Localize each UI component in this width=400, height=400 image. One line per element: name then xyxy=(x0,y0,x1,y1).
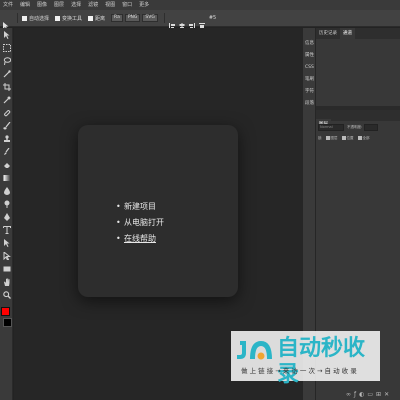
lock-layer-label: 图层 xyxy=(330,136,338,140)
side-tab-paragraph[interactable]: 段落 xyxy=(303,98,317,110)
align-center-icon[interactable] xyxy=(179,15,185,30)
blend-row: Normal 不透明度: xyxy=(316,123,400,132)
tab-channels[interactable]: 通道 xyxy=(340,28,355,39)
lock-all-option[interactable]: 全部 xyxy=(357,136,370,141)
lock-layer-option[interactable]: 图层 xyxy=(325,136,338,141)
separator xyxy=(163,13,165,23)
brush-tool-icon[interactable] xyxy=(0,119,13,132)
align-left-icon[interactable] xyxy=(168,15,175,30)
side-tab-character[interactable]: 字符 xyxy=(303,86,317,98)
options-bar: 自动选择 变换工具 距离 Ra PNG SVG #5 xyxy=(0,10,400,30)
format-dropdown[interactable]: Ra xyxy=(111,14,123,22)
magic-wand-icon[interactable] xyxy=(0,67,13,80)
type-tool-icon[interactable] xyxy=(0,223,13,236)
healing-brush-icon[interactable] xyxy=(0,106,13,119)
lock-position-option[interactable]: 位置 xyxy=(341,136,354,141)
online-help-link[interactable]: 在线帮助 xyxy=(116,231,164,247)
transform-label: 变换工具 xyxy=(62,15,83,22)
auto-select-checkbox[interactable] xyxy=(22,15,27,21)
blur-tool-icon[interactable] xyxy=(0,184,13,197)
distance-label: 距离 xyxy=(95,15,106,22)
delete-layer-icon[interactable]: ✕ xyxy=(384,391,389,398)
menu-select[interactable]: 选择 xyxy=(71,0,81,10)
layer-style-icon[interactable]: ƒ xyxy=(354,391,356,398)
zoom-tool-icon[interactable] xyxy=(0,288,13,301)
side-tab-css[interactable]: CSS xyxy=(303,62,317,74)
lock-all-label: 全部 xyxy=(362,136,370,140)
direct-select-icon[interactable] xyxy=(0,249,13,262)
side-tab-info[interactable]: 信息 xyxy=(303,38,317,50)
foreground-color-swatch[interactable] xyxy=(1,307,10,316)
eyedropper-icon[interactable] xyxy=(0,93,13,106)
auto-select-label: 自动选择 xyxy=(29,15,50,22)
watermark-logo xyxy=(234,337,276,363)
move-tool-icon xyxy=(3,15,9,30)
open-from-computer-link[interactable]: 从电脑打开 xyxy=(116,215,164,231)
extra-label: #5 xyxy=(208,15,217,21)
color-swatches xyxy=(1,307,12,327)
layers-panel-header: 图层 xyxy=(316,110,400,130)
menu-file[interactable]: 文件 xyxy=(3,0,13,10)
menu-image[interactable]: 图像 xyxy=(37,0,47,10)
link-layers-icon[interactable]: ∞ xyxy=(346,391,351,398)
marquee-tool-icon[interactable] xyxy=(0,41,13,54)
mask-icon[interactable]: ◐ xyxy=(359,391,364,398)
distribute-icon[interactable] xyxy=(198,15,205,30)
folder-icon[interactable]: ▭ xyxy=(367,391,373,398)
side-tab-properties[interactable]: 属性 xyxy=(303,50,317,62)
export-png-button[interactable]: PNG xyxy=(124,14,141,22)
watermark-overlay: 自动秒收录 做 上 链 接 → 来 访 一 次 → 自 动 收 录 xyxy=(231,331,380,387)
history-panel-tabs: 历史记录 通道 xyxy=(316,28,400,39)
side-panel-tabs: 信息 属性 CSS 笔刷 字符 段落 xyxy=(303,38,317,110)
lasso-tool-icon[interactable] xyxy=(0,54,13,67)
separator xyxy=(17,13,18,23)
gradient-tool-icon[interactable] xyxy=(0,171,13,184)
clone-stamp-icon[interactable] xyxy=(0,132,13,145)
menu-filter[interactable]: 滤镜 xyxy=(88,0,98,10)
dodge-tool-icon[interactable] xyxy=(0,197,13,210)
side-tab-brush[interactable]: 笔刷 xyxy=(303,74,317,86)
tab-history[interactable]: 历史记录 xyxy=(316,28,340,39)
export-svg-button[interactable]: SVG xyxy=(142,14,158,22)
menu-layer[interactable]: 图层 xyxy=(54,0,64,10)
new-layer-icon[interactable]: ⊞ xyxy=(376,391,381,398)
checkbox-icon xyxy=(341,136,346,140)
welcome-panel: 新建项目 从电脑打开 在线帮助 xyxy=(78,125,238,297)
checkbox-icon xyxy=(357,136,362,140)
shape-tool-icon[interactable] xyxy=(0,262,13,275)
lock-row: 锁 图层 位置 全部 xyxy=(316,134,400,143)
welcome-list: 新建项目 从电脑打开 在线帮助 xyxy=(116,199,164,247)
move-tool-icon[interactable] xyxy=(0,28,13,41)
hand-tool-icon[interactable] xyxy=(0,275,13,288)
tool-bar xyxy=(0,28,13,400)
new-project-link[interactable]: 新建项目 xyxy=(116,199,164,215)
watermark-subtitle: 做 上 链 接 → 来 访 一 次 → 自 动 收 录 xyxy=(241,367,357,375)
distance-checkbox[interactable] xyxy=(88,15,94,21)
menu-more[interactable]: 更多 xyxy=(139,0,149,10)
opacity-field[interactable] xyxy=(364,124,379,131)
menu-view[interactable]: 视图 xyxy=(105,0,115,10)
opacity-label: 不透明度: xyxy=(347,125,363,129)
lock-position-label: 位置 xyxy=(346,136,354,140)
background-color-swatch[interactable] xyxy=(3,318,12,327)
transform-checkbox[interactable] xyxy=(55,15,61,21)
lock-label: 锁 xyxy=(318,136,322,140)
menu-bar: 文件 编辑 图像 图层 选择 滤镜 视图 窗口 更多 xyxy=(0,0,400,10)
blend-mode-dropdown[interactable]: Normal xyxy=(318,124,344,131)
history-brush-icon[interactable] xyxy=(0,145,13,158)
eraser-tool-icon[interactable] xyxy=(0,158,13,171)
pen-tool-icon[interactable] xyxy=(0,210,13,223)
crop-tool-icon[interactable] xyxy=(0,80,13,93)
path-select-icon[interactable] xyxy=(0,236,13,249)
align-right-icon[interactable] xyxy=(188,15,195,30)
menu-edit[interactable]: 编辑 xyxy=(20,0,30,10)
layers-footer: ∞ ƒ ◐ ▭ ⊞ ✕ xyxy=(346,391,392,398)
checkbox-icon xyxy=(325,136,330,140)
menu-window[interactable]: 窗口 xyxy=(122,0,132,10)
watermark-title: 自动秒收录 xyxy=(277,336,366,387)
